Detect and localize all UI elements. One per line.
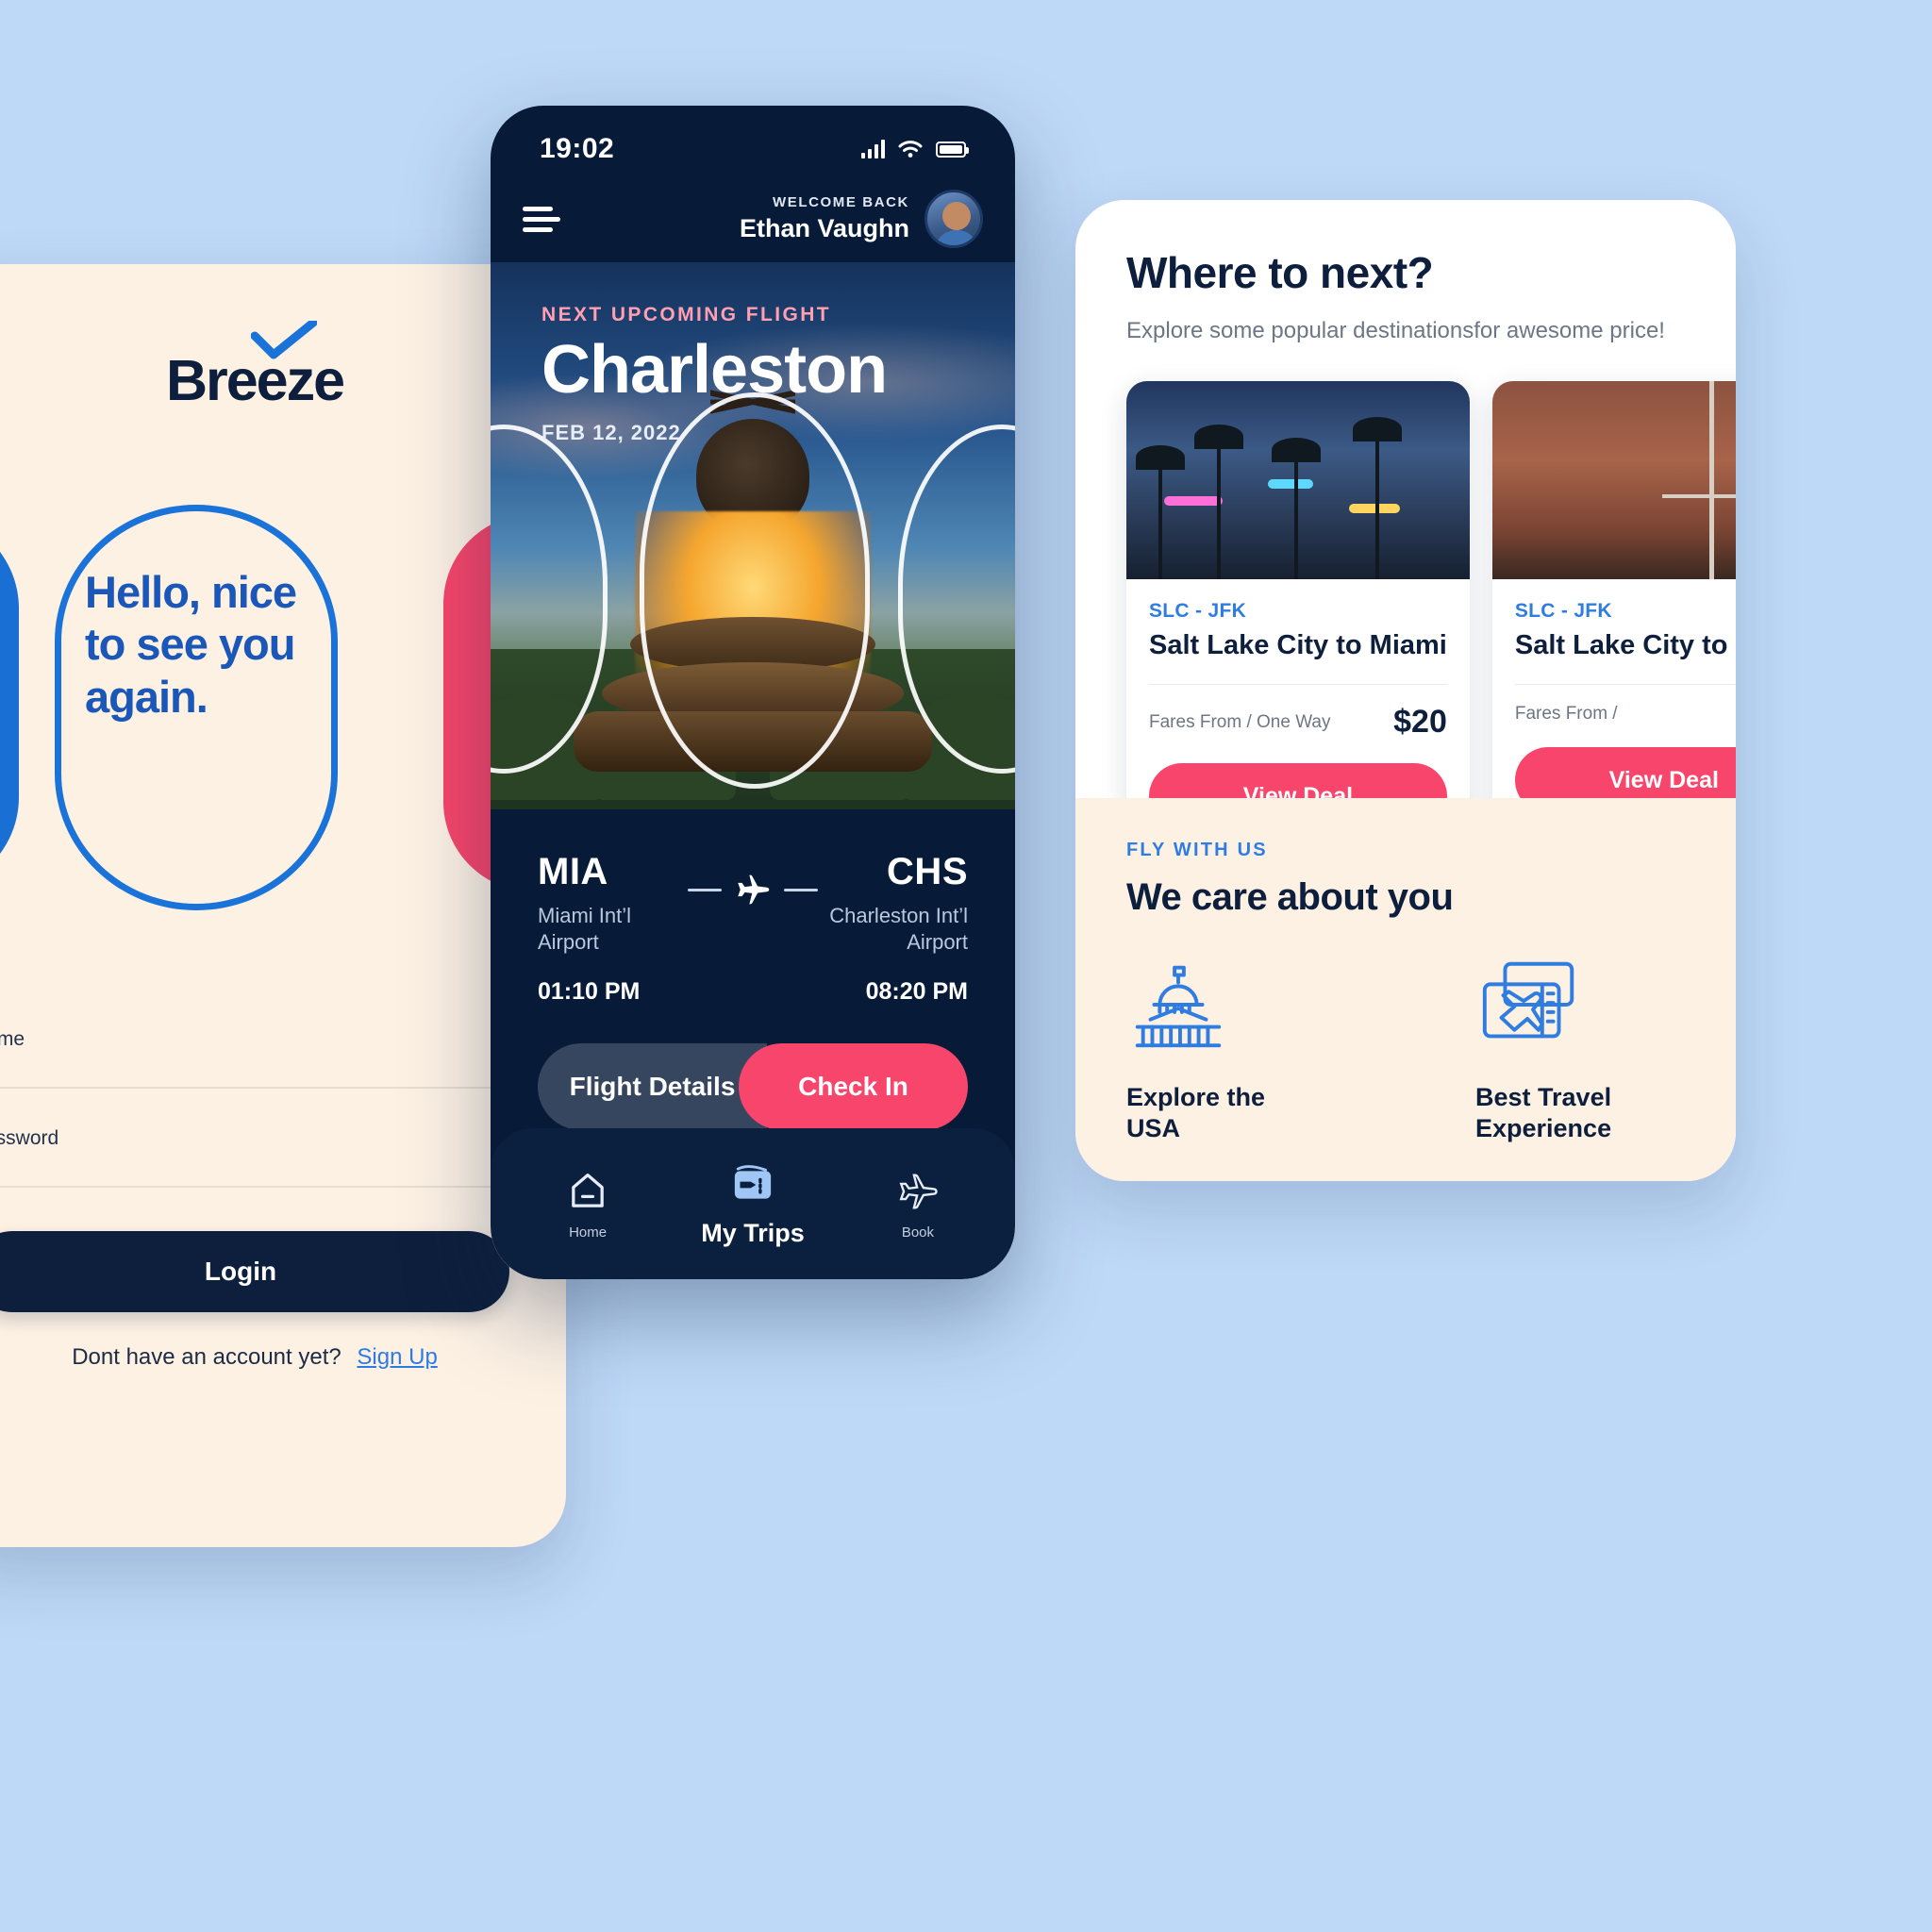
deal-name: Salt Lake City to Miami bbox=[1514, 629, 1736, 660]
deal-fare-label: Fares From / bbox=[1514, 704, 1618, 724]
welcome-label: WELCOME BACK bbox=[772, 194, 909, 210]
deal-route: SLC - JFK bbox=[1149, 599, 1247, 622]
flight-details-button[interactable]: Flight Details bbox=[538, 1043, 767, 1131]
destination-block: CHS Charleston Int’l Airport 08:20 PM bbox=[818, 851, 968, 1006]
destination-time: 08:20 PM bbox=[865, 978, 968, 1006]
ticket-plane-icon bbox=[734, 1165, 772, 1199]
new-york-bridge-photo bbox=[1491, 380, 1736, 579]
hero-kicker: NEXT UPCOMING FLIGHT bbox=[541, 304, 831, 325]
signal-bars-icon bbox=[861, 140, 885, 158]
destination-code: CHS bbox=[887, 851, 968, 892]
avatar[interactable] bbox=[924, 190, 983, 248]
explore-screen: Where to next? Explore some popular dest… bbox=[1075, 200, 1736, 1181]
check-icon bbox=[251, 321, 318, 359]
care-title: We care about you bbox=[1126, 876, 1454, 919]
login-headline: Hello, nice to see you again. bbox=[85, 567, 297, 722]
tab-my-trips[interactable]: My Trips bbox=[701, 1159, 805, 1248]
status-time: 19:02 bbox=[540, 133, 615, 164]
wifi-icon bbox=[898, 141, 923, 158]
care-item-best-travel[interactable]: Best Travel Experience bbox=[1475, 953, 1674, 1143]
care-item-explore-usa[interactable]: Explore the USA bbox=[1126, 953, 1324, 1143]
password-input[interactable] bbox=[0, 1186, 509, 1188]
origin-code: MIA bbox=[538, 851, 608, 892]
deal-route: SLC - JFK bbox=[1514, 599, 1612, 622]
hero-image: NEXT UPCOMING FLIGHT Charleston FEB 12, … bbox=[491, 262, 1015, 809]
tab-home-label: Home bbox=[569, 1224, 608, 1241]
care-label: Best Travel Experience bbox=[1475, 1083, 1612, 1142]
care-section: FLY WITH US We care about you Explore th… bbox=[1075, 798, 1736, 1181]
deal-card[interactable]: SLC - JFK Salt Lake City to Miami Fares … bbox=[1491, 380, 1736, 855]
user-name: Ethan Vaughn bbox=[739, 214, 909, 242]
tab-book[interactable]: Book bbox=[893, 1167, 942, 1241]
password-field-group: Password bbox=[0, 1127, 509, 1188]
divider bbox=[1514, 684, 1736, 686]
login-button[interactable]: Login bbox=[0, 1231, 509, 1312]
check-in-button[interactable]: Check In bbox=[739, 1043, 968, 1131]
signup-prompt: Dont have an account yet? bbox=[72, 1344, 341, 1370]
hamburger-menu-icon[interactable] bbox=[523, 201, 560, 238]
name-input[interactable] bbox=[0, 1087, 509, 1089]
pineapple-fountain bbox=[574, 419, 932, 777]
status-bar: 19:02 bbox=[491, 106, 1015, 175]
name-field-group: Name bbox=[0, 1028, 509, 1089]
trips-screen: 19:02 WELCOME BACK Ethan Vaughn NEXT UPC… bbox=[491, 106, 1015, 1279]
origin-name: Miami Int’l Airport bbox=[538, 904, 632, 955]
brand-logo: Breeze bbox=[0, 321, 566, 413]
care-kicker: FLY WITH US bbox=[1126, 840, 1268, 861]
deal-price: $20 bbox=[1393, 704, 1447, 741]
flight-summary: MIA Miami Int’l Airport 01:10 PM CHS Cha… bbox=[491, 809, 1015, 1131]
tab-home[interactable]: Home bbox=[563, 1167, 612, 1241]
boarding-pass-icon bbox=[1482, 961, 1574, 1039]
page-subtitle: Explore some popular destinationsfor awe… bbox=[1126, 318, 1665, 343]
destination-name: Charleston Int’l Airport bbox=[829, 904, 968, 955]
tab-my-trips-label: My Trips bbox=[701, 1219, 805, 1247]
user-profile[interactable]: WELCOME BACK Ethan Vaughn bbox=[740, 190, 983, 248]
explore-header: Where to next? Explore some popular dest… bbox=[1075, 200, 1736, 347]
origin-block: MIA Miami Int’l Airport 01:10 PM bbox=[538, 851, 688, 1006]
deal-name: Salt Lake City to Miami bbox=[1149, 629, 1447, 660]
home-icon bbox=[572, 1174, 604, 1208]
bottom-tabbar: Home My Trips Book bbox=[491, 1128, 1015, 1279]
hero-destination: Charleston bbox=[541, 332, 888, 408]
signup-link[interactable]: Sign Up bbox=[357, 1344, 437, 1370]
care-label: Explore the USA bbox=[1126, 1083, 1266, 1142]
flight-actions: Flight Details Check In bbox=[538, 1043, 968, 1131]
divider bbox=[1149, 684, 1447, 686]
miami-beach-photo bbox=[1126, 380, 1470, 579]
signup-row: Dont have an account yet? Sign Up bbox=[0, 1344, 566, 1371]
tab-book-label: Book bbox=[901, 1224, 935, 1241]
decorative-blue-blob bbox=[0, 514, 19, 891]
airplane-icon bbox=[899, 1174, 938, 1209]
airplane-icon bbox=[738, 874, 770, 905]
capitol-building-icon bbox=[1135, 965, 1222, 1048]
deal-fare-label: Fares From / One Way bbox=[1149, 711, 1331, 732]
deal-carousel[interactable]: SLC - JFK Salt Lake City to Miami Fares … bbox=[1075, 347, 1736, 855]
screenshot-stage: Breeze Hello, nice to see you again. Nam… bbox=[0, 0, 1932, 1932]
deal-card[interactable]: SLC - JFK Salt Lake City to Miami Fares … bbox=[1126, 380, 1470, 855]
hero-date: FEB 12, 2022 bbox=[541, 421, 681, 444]
app-header: WELCOME BACK Ethan Vaughn bbox=[491, 175, 1015, 262]
hero-text: NEXT UPCOMING FLIGHT Charleston FEB 12, … bbox=[541, 304, 888, 445]
login-screen: Breeze Hello, nice to see you again. Nam… bbox=[0, 264, 566, 1547]
page-title: Where to next? bbox=[1126, 248, 1434, 297]
route-indicator bbox=[688, 851, 818, 911]
name-field-label: Name bbox=[0, 1028, 25, 1050]
password-field-label: Password bbox=[0, 1127, 59, 1149]
origin-time: 01:10 PM bbox=[538, 978, 641, 1006]
battery-icon bbox=[936, 141, 969, 158]
status-icons bbox=[861, 140, 969, 158]
